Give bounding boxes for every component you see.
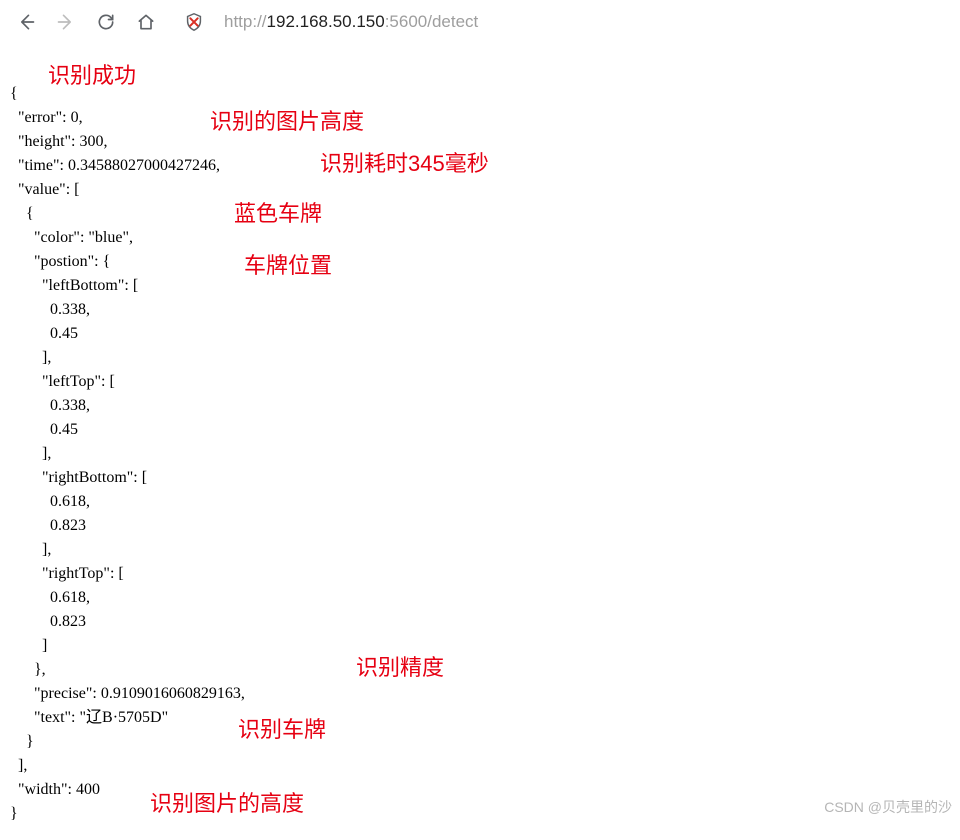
json-line: "text": "辽B·5705D" bbox=[10, 709, 168, 726]
json-line: 0.823 bbox=[10, 613, 86, 630]
annotation-plate-text: 识别车牌 bbox=[238, 712, 326, 744]
json-line: 0.618, bbox=[10, 493, 90, 510]
browser-toolbar: http://192.168.50.150:5600/detect bbox=[0, 0, 960, 44]
json-line: "rightTop": [ bbox=[10, 565, 124, 582]
json-line: 0.823 bbox=[10, 517, 86, 534]
json-line: "width": 400 bbox=[10, 781, 100, 798]
json-line: "time": 0.34588027000427246, bbox=[10, 157, 220, 174]
security-shield-icon[interactable] bbox=[180, 8, 208, 36]
reload-icon bbox=[96, 12, 116, 32]
json-line: ] bbox=[10, 637, 47, 654]
json-line: 0.45 bbox=[10, 325, 78, 342]
json-line: ], bbox=[10, 445, 51, 462]
json-line: "value": [ bbox=[10, 181, 79, 198]
reload-button[interactable] bbox=[88, 4, 124, 40]
annotation-height: 识别的图片高度 bbox=[210, 104, 364, 136]
annotation-time: 识别耗时345毫秒 bbox=[320, 146, 489, 178]
json-line: "rightBottom": [ bbox=[10, 469, 147, 486]
back-button[interactable] bbox=[8, 4, 44, 40]
annotation-position: 车牌位置 bbox=[244, 248, 332, 280]
json-line: { bbox=[10, 205, 34, 222]
annotation-precision: 识别精度 bbox=[356, 650, 444, 682]
json-line: ], bbox=[10, 757, 27, 774]
json-line: "height": 300, bbox=[10, 133, 108, 150]
home-button[interactable] bbox=[128, 4, 164, 40]
json-line: 0.338, bbox=[10, 397, 90, 414]
url-host: 192.168.50.150 bbox=[267, 12, 385, 32]
json-line: 0.338, bbox=[10, 301, 90, 318]
watermark: CSDN @贝壳里的沙 bbox=[824, 797, 952, 817]
url-scheme: http:// bbox=[224, 12, 267, 32]
json-line: "postion": { bbox=[10, 253, 110, 270]
json-line: ], bbox=[10, 541, 51, 558]
url-bar[interactable]: http://192.168.50.150:5600/detect bbox=[220, 12, 952, 32]
json-line: }, bbox=[10, 661, 46, 678]
json-line: "precise": 0.9109016060829163, bbox=[10, 685, 245, 702]
json-line: { bbox=[10, 85, 18, 102]
json-line: "color": "blue", bbox=[10, 229, 133, 246]
json-line: } bbox=[10, 805, 18, 822]
annotation-width: 识别图片的高度 bbox=[150, 786, 304, 818]
json-line: ], bbox=[10, 349, 51, 366]
forward-button[interactable] bbox=[48, 4, 84, 40]
arrow-left-icon bbox=[16, 12, 36, 32]
json-line: "leftTop": [ bbox=[10, 373, 115, 390]
json-line: 0.618, bbox=[10, 589, 90, 606]
json-line: 0.45 bbox=[10, 421, 78, 438]
json-line: "error": 0, bbox=[10, 109, 83, 126]
json-line: } bbox=[10, 733, 34, 750]
annotation-blue-plate: 蓝色车牌 bbox=[234, 196, 322, 228]
json-line: "leftBottom": [ bbox=[10, 277, 138, 294]
annotation-success: 识别成功 bbox=[48, 58, 136, 90]
url-path: :5600/detect bbox=[385, 12, 479, 32]
arrow-right-icon bbox=[56, 12, 76, 32]
home-icon bbox=[136, 12, 156, 32]
